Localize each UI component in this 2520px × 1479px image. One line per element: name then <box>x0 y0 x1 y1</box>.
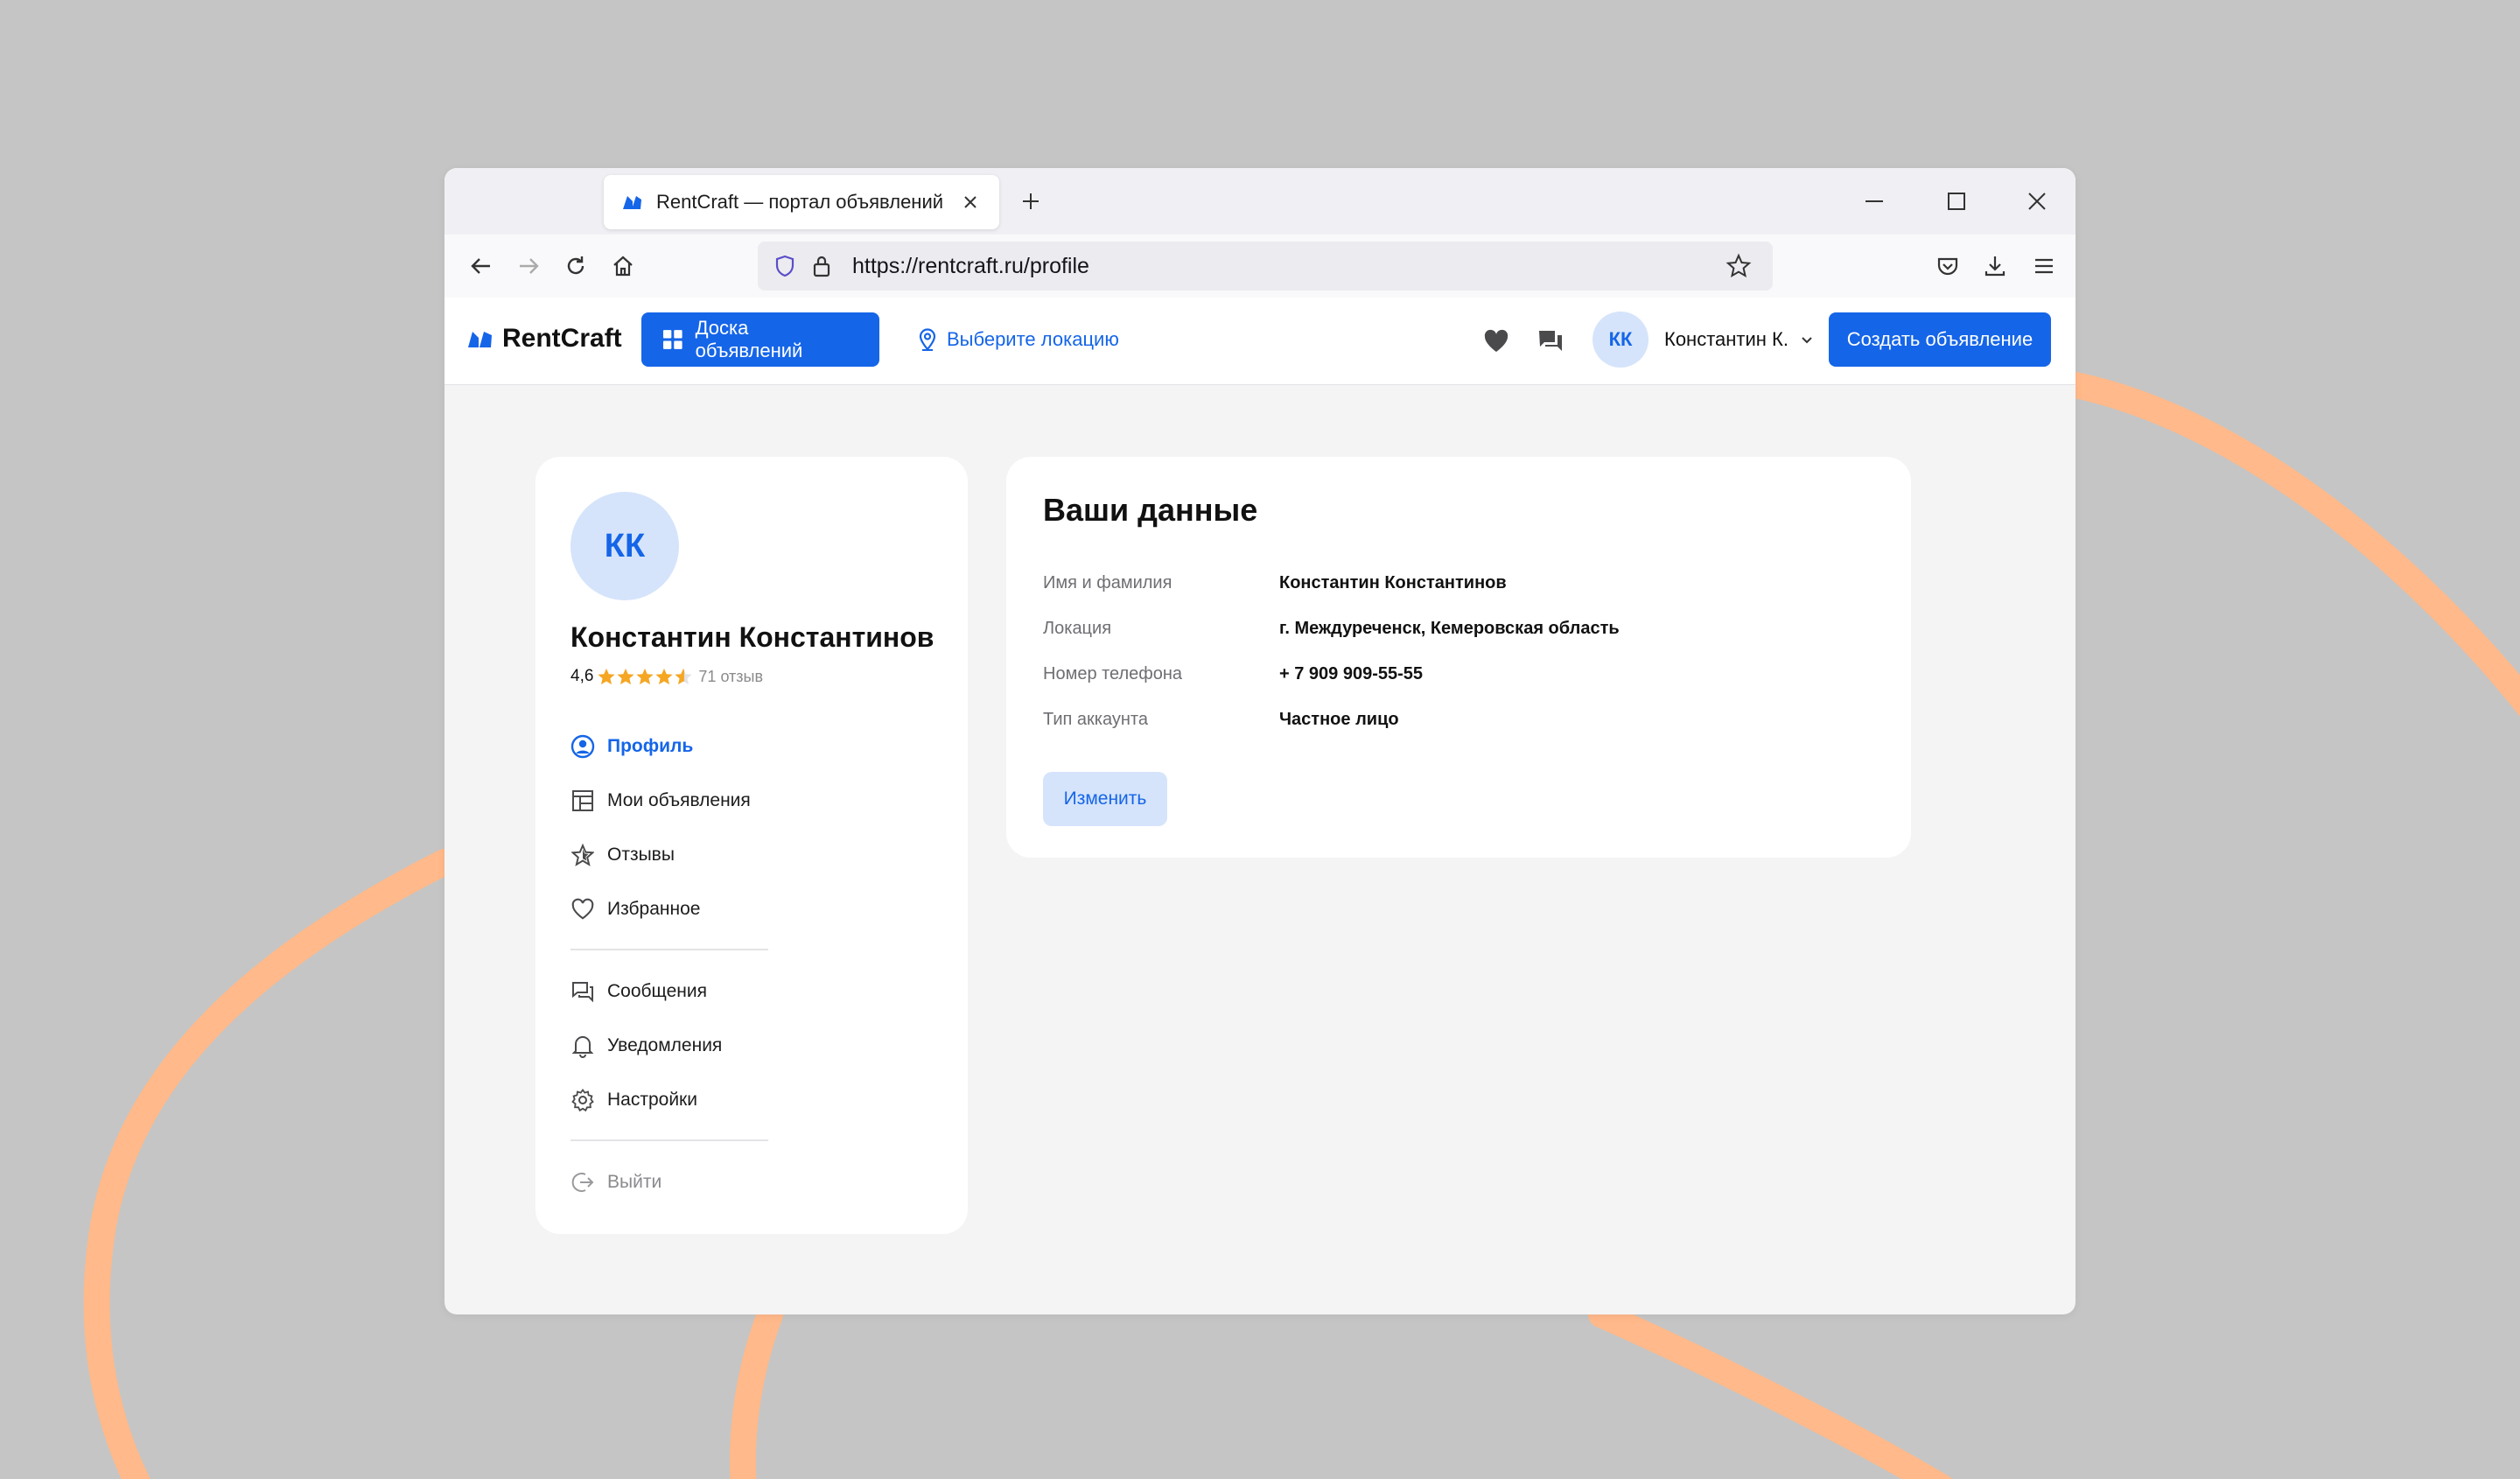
user-circle-icon <box>570 734 595 759</box>
bookmark-star-icon[interactable] <box>1724 251 1754 281</box>
tab-close-icon[interactable] <box>959 191 982 214</box>
browser-tab[interactable]: RentCraft — портал объявлений <box>604 175 999 229</box>
rentcraft-logo-icon <box>468 332 492 347</box>
star-filled-icon <box>617 668 635 685</box>
user-info-list: Имя и фамилия Константин Константинов Ло… <box>1043 560 1620 742</box>
menu-item-settings[interactable]: Настройки <box>570 1073 938 1127</box>
bell-icon <box>570 1034 595 1058</box>
new-tab-icon[interactable] <box>1015 186 1046 217</box>
home-icon[interactable] <box>606 249 640 284</box>
create-ad-button[interactable]: Создать объявление <box>1829 312 2051 367</box>
menu-item-messages[interactable]: Сообщения <box>570 964 938 1019</box>
hamburger-menu-icon[interactable] <box>2026 249 2062 284</box>
messages-chat-icon[interactable] <box>1533 324 1568 359</box>
info-value: Константин Константинов <box>1279 572 1507 592</box>
menu-divider <box>570 1139 768 1141</box>
tab-strip: RentCraft — портал объявлений <box>444 168 2076 235</box>
location-link-label: Выберите локацию <box>947 328 1119 350</box>
menu-item-reviews[interactable]: Отзывы <box>570 828 938 882</box>
info-row-location: Локация г. Междуреченск, Кемеровская обл… <box>1043 606 1620 651</box>
star-filled-icon <box>598 668 616 685</box>
info-label: Тип аккаунта <box>1043 709 1148 729</box>
reviews-count: 71 отзыв <box>698 667 764 685</box>
section-title: Ваши данные <box>1043 492 1258 528</box>
menu-label-my-ads: Мои объявления <box>607 790 751 810</box>
info-label: Имя и фамилия <box>1043 572 1172 592</box>
heart-icon <box>570 897 595 922</box>
menu-label-favorites: Избранное <box>607 899 701 919</box>
user-menu[interactable]: КК Константин К. <box>1592 312 1815 368</box>
info-label: Номер телефона <box>1043 663 1183 683</box>
gear-icon <box>570 1088 595 1112</box>
maximize-icon[interactable] <box>1939 184 1974 219</box>
star-half-icon <box>675 668 693 685</box>
menu-label-logout: Выйти <box>607 1172 662 1192</box>
tab-title: RentCraft — портал объявлений <box>656 191 944 213</box>
star-icon <box>570 843 595 867</box>
menu-label-messages: Сообщения <box>607 981 707 1001</box>
grid-icon <box>662 330 682 349</box>
location-pin-icon <box>919 328 936 351</box>
site-header: RentCraft Доска объявлений Выберите лока… <box>444 298 2076 385</box>
info-value: г. Междуреченск, Кемеровская область <box>1279 618 1620 638</box>
address-bar[interactable]: https://rentcraft.ru/profile <box>758 242 1773 291</box>
shield-icon[interactable] <box>770 251 800 281</box>
board-button-label: Доска объявлений <box>695 317 803 361</box>
forward-arrow-icon[interactable] <box>511 249 546 284</box>
browser-window: RentCraft — портал объявлений https://re… <box>444 168 2076 1314</box>
navigation-bar: https://rentcraft.ru/profile <box>444 235 2076 298</box>
info-label: Локация <box>1043 618 1112 638</box>
star-filled-icon <box>655 668 674 685</box>
menu-label-settings: Настройки <box>607 1090 697 1110</box>
profile-full-name: Константин Константинов <box>570 621 934 653</box>
avatar: КК <box>1592 312 1648 368</box>
user-data-card: Ваши данные Имя и фамилия Константин Кон… <box>1006 457 1911 858</box>
logout-icon <box>570 1170 595 1195</box>
rating-summary: 4,6 71 отзыв <box>570 667 763 686</box>
reload-icon[interactable] <box>558 249 593 284</box>
menu-item-profile[interactable]: Профиль <box>570 719 938 774</box>
location-link[interactable]: Выберите локацию <box>917 327 1119 352</box>
logo-text: RentCraft <box>502 324 622 353</box>
menu-label-profile: Профиль <box>607 736 694 756</box>
rentcraft-favicon-icon <box>621 191 644 214</box>
info-row-account-type: Тип аккаунта Частное лицо <box>1043 697 1620 742</box>
menu-divider <box>570 949 768 950</box>
menu-label-notifications: Уведомления <box>607 1035 723 1055</box>
site-logo[interactable]: RentCraft <box>467 324 622 354</box>
rating-value: 4,6 <box>570 667 594 685</box>
menu-item-notifications[interactable]: Уведомления <box>570 1019 938 1073</box>
profile-menu: Профиль Мои объявления Отзывы Избранное <box>570 719 938 1209</box>
profile-sidebar-card: КК Константин Константинов 4,6 71 отзыв … <box>536 457 968 1234</box>
board-button[interactable]: Доска объявлений <box>641 312 879 367</box>
chat-bubbles-icon <box>570 979 595 1004</box>
menu-item-logout[interactable]: Выйти <box>570 1155 938 1209</box>
favorites-heart-icon[interactable] <box>1479 324 1514 359</box>
info-row-phone: Номер телефона + 7 909 909-55-55 <box>1043 651 1620 697</box>
back-arrow-icon[interactable] <box>464 249 499 284</box>
minimize-icon[interactable] <box>1857 184 1892 219</box>
download-icon[interactable] <box>1978 249 2012 284</box>
star-filled-icon <box>636 668 654 685</box>
menu-item-my-ads[interactable]: Мои объявления <box>570 774 938 828</box>
ads-layout-icon <box>570 789 595 813</box>
url-text[interactable]: https://rentcraft.ru/profile <box>852 254 1724 279</box>
user-name: Константин К. <box>1664 328 1788 350</box>
pocket-icon[interactable] <box>1930 249 1965 284</box>
info-value: + 7 909 909-55-55 <box>1279 663 1424 683</box>
profile-avatar: КК <box>570 492 679 600</box>
menu-item-favorites[interactable]: Избранное <box>570 882 938 936</box>
chevron-down-icon <box>1802 337 1812 344</box>
close-window-icon[interactable] <box>2020 184 2054 219</box>
info-value: Частное лицо <box>1279 709 1399 729</box>
lock-icon[interactable] <box>807 251 836 281</box>
info-row-name: Имя и фамилия Константин Константинов <box>1043 560 1620 606</box>
menu-label-reviews: Отзывы <box>607 845 675 865</box>
edit-button[interactable]: Изменить <box>1043 772 1167 826</box>
